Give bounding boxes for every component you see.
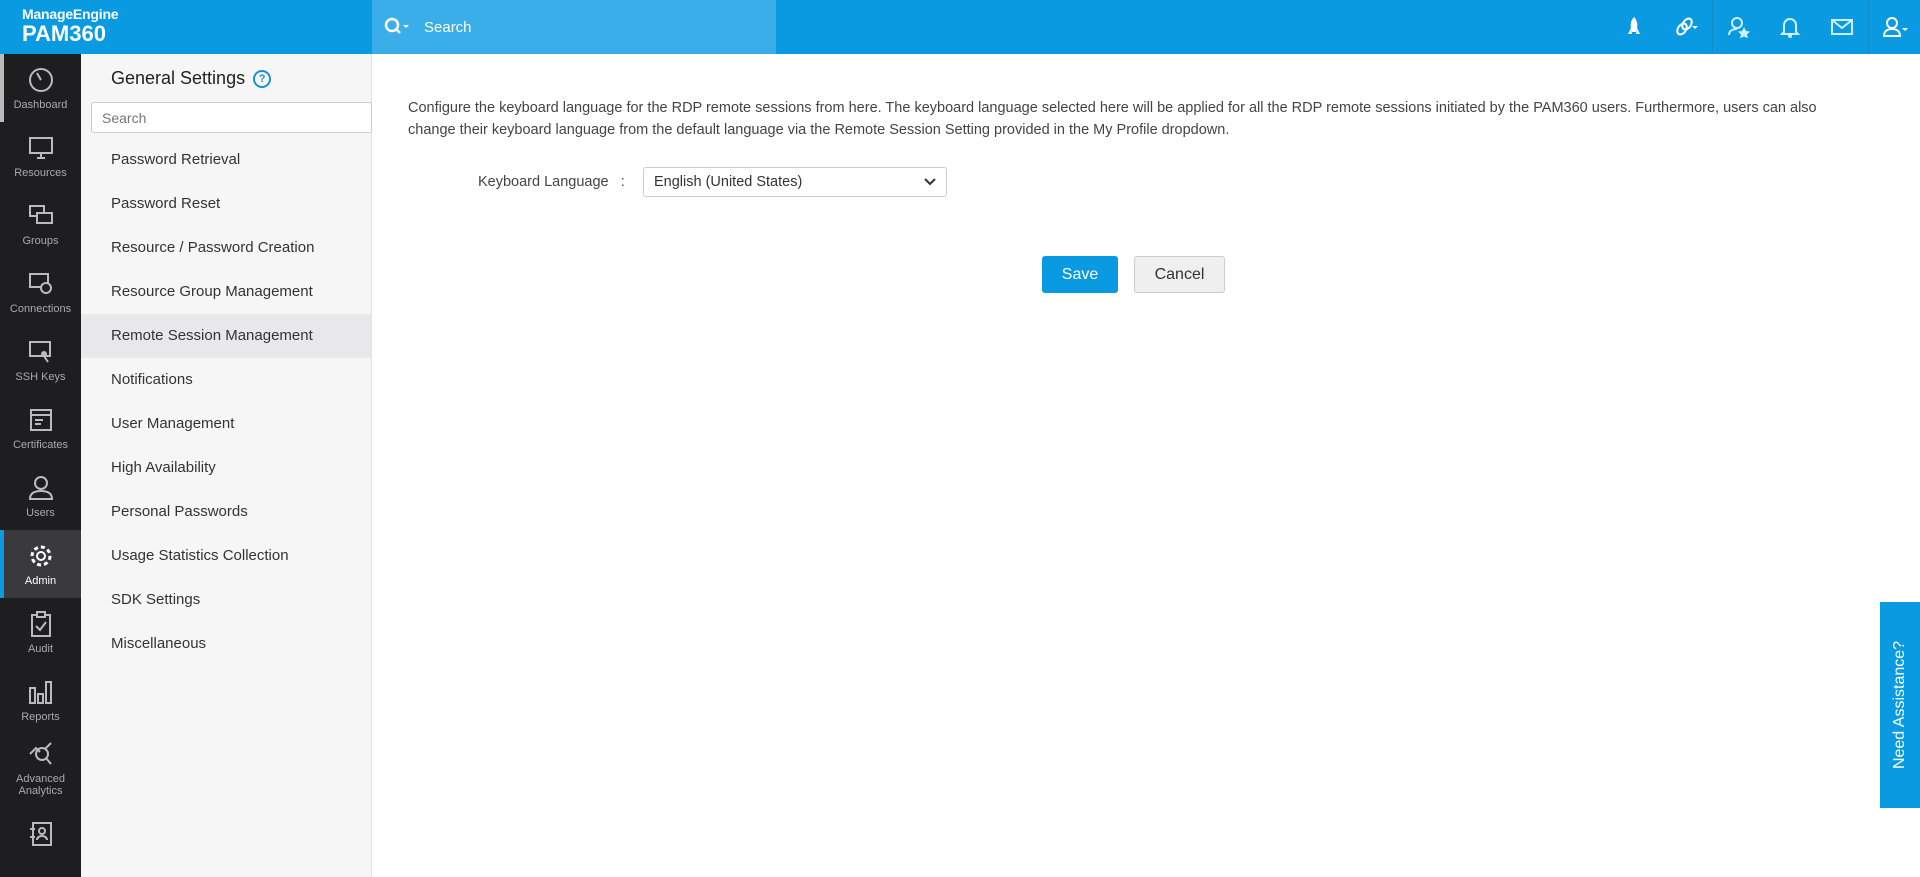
sidebar-item-admin[interactable]: Admin [0, 530, 81, 598]
global-search[interactable]: Search [372, 0, 776, 54]
sidebar-item-audit[interactable]: Audit [0, 598, 81, 666]
brand-name: ManageEngine [22, 6, 119, 22]
settings-panel: General Settings? Password RetrievalPass… [81, 54, 372, 877]
sidebar-item-reports[interactable]: Reports [0, 666, 81, 734]
certificate-icon [29, 408, 52, 431]
assist-label: Need Assistance? [1891, 640, 1909, 770]
settings-menu-item[interactable]: Usage Statistics Collection [81, 534, 371, 578]
sidebar-item-label: Certificates [12, 438, 69, 451]
settings-menu-item[interactable]: Miscellaneous [81, 622, 371, 666]
gauge-icon [28, 67, 53, 92]
selected-value: English (United States) [654, 174, 803, 190]
analytics-icon [28, 741, 52, 765]
sidebar-item-label: Advanced Analytics [16, 772, 65, 797]
user-icon[interactable] [1868, 0, 1920, 54]
help-icon[interactable]: ? [253, 69, 272, 88]
settings-menu-item[interactable]: Resource Group Management [81, 270, 371, 314]
key-icon [28, 340, 51, 363]
description: Configure the keyboard language for the … [408, 100, 1817, 138]
content: Configure the keyboard language for the … [408, 97, 1868, 293]
sidebar-item-label: Audit [27, 642, 54, 655]
settings-menu-item[interactable]: SDK Settings [81, 578, 371, 622]
sidebar-item-users[interactable]: Users [0, 462, 81, 530]
search-icon[interactable] [382, 17, 412, 37]
settings-menu-item[interactable]: Password Retrieval [81, 138, 371, 182]
monitor-icon [28, 136, 53, 159]
sidebar-item-label: Dashboard [13, 98, 68, 111]
sidebar-item-label: SSH Keys [15, 370, 66, 383]
settings-menu-item[interactable]: Notifications [81, 358, 371, 402]
sidebar-item-label: Reports [21, 710, 60, 723]
clipboard-icon [30, 610, 51, 637]
sidebar-item-label: Groups [22, 234, 59, 247]
gear-icon [30, 545, 51, 566]
settings-menu-item[interactable]: High Availability [81, 446, 371, 490]
keyboard-language-select[interactable]: English (United States) [643, 167, 947, 197]
bar-chart-icon [28, 680, 52, 704]
groups-icon [28, 204, 53, 224]
save-button[interactable]: Save [1042, 256, 1118, 293]
sidebar-item-label: Connections [9, 302, 72, 315]
chevron-down-icon [924, 178, 936, 186]
sidebar-item-advanced-analytics[interactable]: Advanced Analytics [0, 734, 81, 802]
need-assistance-button[interactable]: Need Assistance? [1880, 602, 1920, 808]
sidebar-item-label: Admin [24, 574, 57, 587]
product-name: PAM360 [22, 21, 106, 46]
settings-search-input[interactable] [91, 102, 372, 133]
sidebar-item-dashboard[interactable]: Dashboard [0, 54, 81, 122]
sidebar-item-ssh-keys[interactable]: SSH Keys [0, 326, 81, 394]
link-icon[interactable] [1660, 0, 1712, 54]
main-sidebar: Dashboard Resources Groups Connections SSH K… [0, 54, 81, 877]
sidebar-item-connections[interactable]: Connections [0, 258, 81, 326]
sidebar-item-label: Resources [14, 166, 67, 179]
cancel-button[interactable]: Cancel [1134, 256, 1225, 293]
sidebar-item-label: Users [26, 506, 55, 519]
top-bar: ManageEngine PAM360 Search [0, 0, 1920, 54]
sidebar-item-contacts[interactable] [0, 802, 81, 870]
label-colon: : [620, 174, 625, 190]
sidebar-item-certificates[interactable]: Certificates [0, 394, 81, 462]
search-input[interactable]: Search [424, 19, 472, 36]
sidebar-item-groups[interactable]: Groups [0, 190, 81, 258]
settings-menu-item[interactable]: User Management [81, 402, 371, 446]
connections-icon [28, 272, 52, 294]
mail-icon[interactable] [1816, 0, 1868, 54]
settings-menu-item[interactable]: Personal Passwords [81, 490, 371, 534]
panel-title: General Settings [111, 68, 246, 88]
settings-menu-item[interactable]: Password Reset [81, 182, 371, 226]
settings-menu-item[interactable]: Resource / Password Creation [81, 226, 371, 270]
contact-icon [29, 821, 52, 846]
settings-menu: Password Retrieval Password Reset Resource… [81, 138, 371, 666]
settings-menu-item[interactable]: Remote Session Management [81, 314, 371, 358]
logo[interactable]: ManageEngine PAM360 [22, 6, 119, 46]
bell-icon[interactable] [1764, 0, 1816, 54]
rocket-icon[interactable] [1608, 0, 1660, 54]
keyboard-language-label: Keyboard Language [478, 174, 609, 190]
user-icon [28, 475, 53, 500]
sidebar-item-resources[interactable]: Resources [0, 122, 81, 190]
user-star-icon[interactable] [1712, 0, 1764, 54]
